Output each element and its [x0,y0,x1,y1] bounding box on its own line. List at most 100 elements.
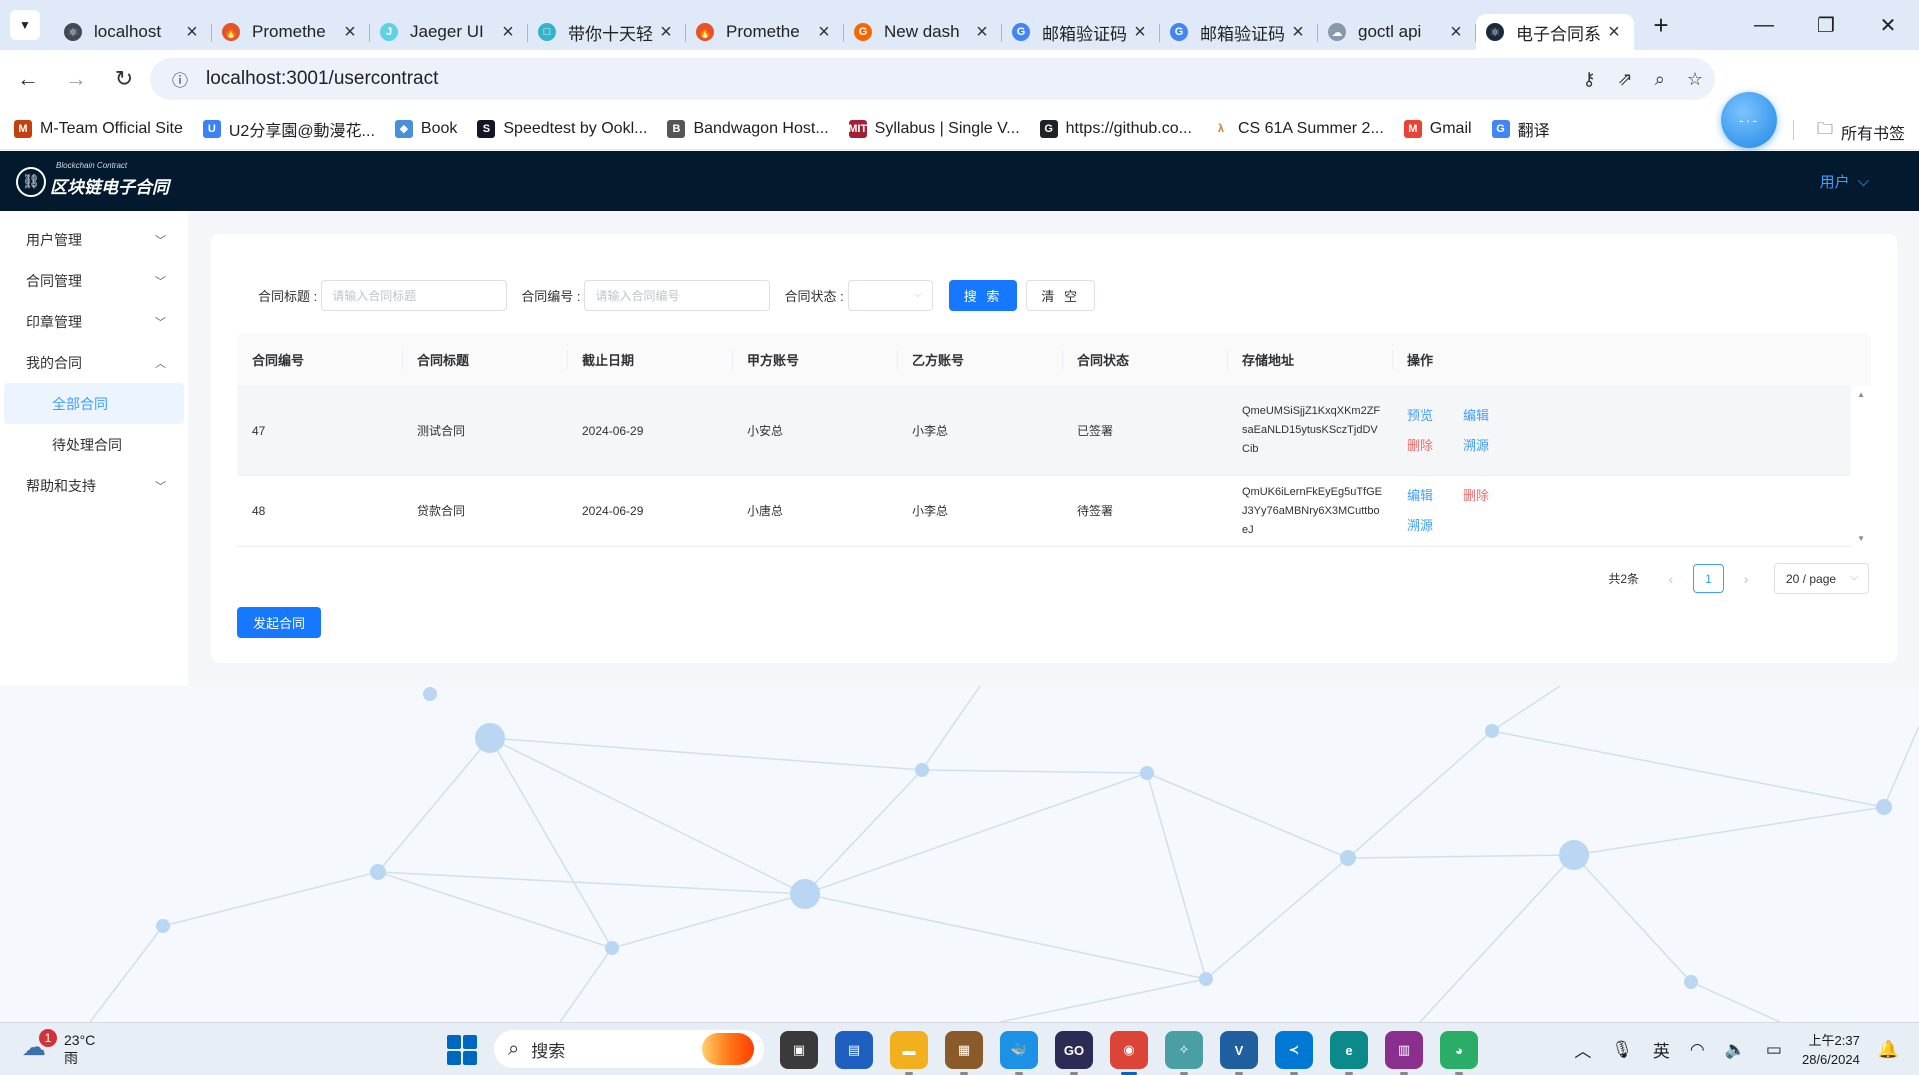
bookmark-item[interactable]: λ CS 61A Summer 2... [1211,119,1384,138]
prev-page-icon[interactable]: ‹ [1657,571,1685,587]
address-bar[interactable]: ⓘ localhost:3001/usercontract ⚷ ⇗ ⌕ ☆ [150,58,1715,100]
file-explorer-icon[interactable]: ▬ [890,1031,928,1075]
status-filter-select[interactable]: ⌵ [847,280,933,311]
vscode-icon[interactable]: ≺ [1275,1031,1313,1075]
create-contract-button[interactable]: 发起合同 [237,607,322,638]
restore-icon[interactable]: ❐ [1795,0,1857,50]
new-tab-button[interactable]: + [1646,10,1676,41]
task-view-icon[interactable]: ▣ [780,1031,818,1069]
browser-tab[interactable]: ⚛ 电子合同系 × [1476,14,1634,50]
wechat-icon[interactable]: ◕ [1440,1031,1478,1075]
system-clock[interactable]: 上午2:37 28/6/2024 [1802,1031,1860,1069]
browser-tab[interactable]: G New dash × [844,14,1002,50]
close-tab-icon[interactable]: × [498,21,518,44]
action-link[interactable]: 溯源 [1463,431,1519,461]
search-button[interactable]: 搜 索 [948,280,1018,311]
wifi-icon[interactable]: ◠ [1690,1040,1705,1060]
back-icon[interactable]: ← [8,59,48,99]
browser-tab[interactable]: □ 带你十天轻 × [528,14,686,50]
close-tab-icon[interactable]: × [340,21,360,44]
title-filter-input[interactable] [321,280,508,311]
action-link[interactable]: 预览 [1407,401,1463,431]
close-tab-icon[interactable]: × [972,21,992,44]
password-key-icon[interactable]: ⚷ [1582,69,1595,90]
goland-icon[interactable]: GO [1055,1031,1093,1075]
battery-icon[interactable]: ▭ [1766,1040,1782,1060]
ime-indicator[interactable]: 英 [1653,1037,1670,1062]
scroll-down-icon[interactable]: ▼ [1857,534,1865,543]
start-button[interactable] [447,1035,477,1065]
volume-icon[interactable]: 🔈 [1725,1040,1746,1060]
sidebar-item[interactable]: 我的合同 ︿ [0,342,188,383]
docker-icon[interactable]: 🐳 [1000,1031,1038,1075]
next-page-icon[interactable]: › [1732,571,1760,587]
open-in-app-icon[interactable]: ⇗ [1618,69,1633,90]
close-tab-icon[interactable]: × [1130,21,1150,44]
sidebar-item[interactable]: 帮助和支持 ﹀ [0,465,188,506]
minimize-icon[interactable]: — [1733,0,1795,50]
bookmark-item[interactable]: G 翻译 [1491,117,1550,141]
browser-tab[interactable]: G 邮箱验证码 × [1160,14,1318,50]
sidebar-subitem[interactable]: 待处理合同 [4,424,184,465]
close-window-icon[interactable]: ✕ [1857,0,1919,50]
winrar-icon[interactable]: ▥ [1385,1031,1423,1075]
table-scrollbar[interactable]: ▲ ▼ [1851,386,1871,547]
zoom-icon[interactable]: ⌕ [1655,69,1665,90]
reload-icon[interactable]: ↻ [104,59,144,99]
scroll-up-icon[interactable]: ▲ [1857,390,1865,399]
sidebar-item[interactable]: 合同管理 ﹀ [0,260,188,301]
close-tab-icon[interactable]: × [1604,21,1624,44]
app-logo[interactable]: ⛓ Blockchain Contract 区块链电子合同 [16,161,169,198]
edge-icon[interactable]: e [1330,1031,1368,1075]
all-bookmarks-button[interactable]: 🗀 所有书签 [1817,118,1905,145]
bookmark-item[interactable]: ◆ Book [394,119,457,138]
close-tab-icon[interactable]: × [1288,21,1308,44]
url-text[interactable]: localhost:3001/usercontract [206,68,438,90]
close-tab-icon[interactable]: × [182,21,202,44]
close-tab-icon[interactable]: × [1446,21,1466,44]
page-size-select[interactable]: 20 / page ⌵ [1774,563,1869,594]
tray-overflow-icon[interactable]: ︿ [1574,1037,1591,1062]
browser-tab[interactable]: 🔥 Promethe × [212,14,370,50]
bookmark-item[interactable]: MIT Syllabus | Single V... [848,119,1020,138]
browser-tab[interactable]: J Jaeger UI × [370,14,528,50]
page-number-current[interactable]: 1 [1693,564,1724,593]
forward-icon[interactable]: → [56,59,96,99]
number-filter-input[interactable] [584,280,771,311]
bookmark-item[interactable]: Ghttps://github.co... [1039,119,1192,138]
bookmark-item[interactable]: B Bandwagon Host... [667,119,829,138]
site-info-icon[interactable]: ⓘ [160,67,200,91]
floating-assistant-ball[interactable]: -·- [1721,92,1777,148]
action-link[interactable]: 删除 [1407,431,1463,461]
notification-bell-icon[interactable]: 🔔 [1878,1040,1899,1060]
bookmark-item[interactable]: M M-Team Official Site [14,119,183,138]
chrome-icon[interactable]: ◉ [1110,1031,1148,1075]
sidebar-item[interactable]: 用户管理 ﹀ [0,219,188,260]
browser-tab[interactable]: G 邮箱验证码 × [1002,14,1160,50]
action-link[interactable]: 编辑 [1463,401,1519,431]
weather-widget[interactable]: ☁ 1 23°C 雨 [22,1029,95,1067]
bookmark-item[interactable]: M Gmail [1403,119,1472,138]
tab-search-button[interactable]: ▼ [10,10,40,40]
vpn-app-icon[interactable]: V [1220,1031,1258,1075]
close-tab-icon[interactable]: × [814,21,834,44]
sidebar-item[interactable]: 印章管理 ﹀ [0,301,188,342]
sidebar-subitem[interactable]: 全部合同 [4,383,184,424]
bookmark-item[interactable]: S Speedtest by Ookl... [477,119,647,138]
clear-button[interactable]: 清 空 [1026,280,1095,311]
user-menu[interactable]: 用户 ⌵ [1820,171,1869,192]
microphone-icon[interactable]: 🎙 [1611,1040,1633,1060]
taskbar-search[interactable]: ⌕ 搜索 [494,1030,764,1068]
box-app-icon[interactable]: ▦ [945,1031,983,1075]
browser-tab[interactable]: ⚛ localhost × [54,14,212,50]
close-tab-icon[interactable]: × [656,21,676,44]
browser-tab[interactable]: 🔥 Promethe × [686,14,844,50]
bookmark-item[interactable]: U U2分享園@動漫花... [202,117,375,141]
microsoft-store-icon[interactable]: ▤ [835,1031,873,1069]
bookmark-star-icon[interactable]: ☆ [1687,69,1703,90]
action-link[interactable]: 溯源 [1407,511,1463,541]
action-link[interactable]: 编辑 [1407,481,1463,511]
action-link[interactable]: 删除 [1463,481,1519,511]
browser-tab[interactable]: ☁ goctl api × [1318,14,1476,50]
network-app-icon[interactable]: ✧ [1165,1031,1203,1075]
